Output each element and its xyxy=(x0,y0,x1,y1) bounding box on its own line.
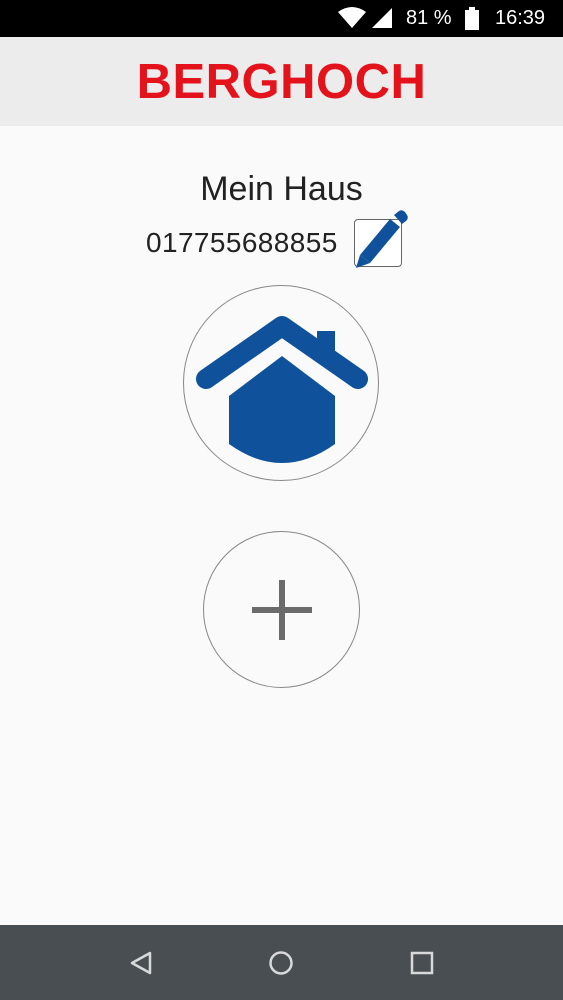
home-icon[interactable] xyxy=(268,950,294,976)
system-nav-bar xyxy=(0,925,563,1000)
pencil-icon xyxy=(355,210,408,268)
phone-row: 017755688855 xyxy=(146,210,408,268)
wifi-icon xyxy=(338,7,366,28)
house-icon xyxy=(196,316,368,463)
home-device-button[interactable] xyxy=(183,285,379,481)
app-header: BERGHOCH xyxy=(0,37,563,126)
brand-logo: BERGHOCH xyxy=(136,54,427,109)
phone-number: 017755688855 xyxy=(146,227,338,258)
add-button[interactable] xyxy=(203,531,360,688)
clock: 16:39 xyxy=(495,7,546,29)
plus-icon xyxy=(252,580,312,640)
cell-signal-icon xyxy=(372,8,392,28)
battery-icon xyxy=(465,7,479,30)
home-name: Mein Haus xyxy=(200,170,363,208)
edit-button[interactable] xyxy=(353,210,408,268)
status-bar: 81 % 16:39 xyxy=(0,0,563,37)
back-icon[interactable] xyxy=(128,951,154,975)
recents-icon[interactable] xyxy=(410,951,434,975)
battery-percent: 81 % xyxy=(406,7,452,29)
